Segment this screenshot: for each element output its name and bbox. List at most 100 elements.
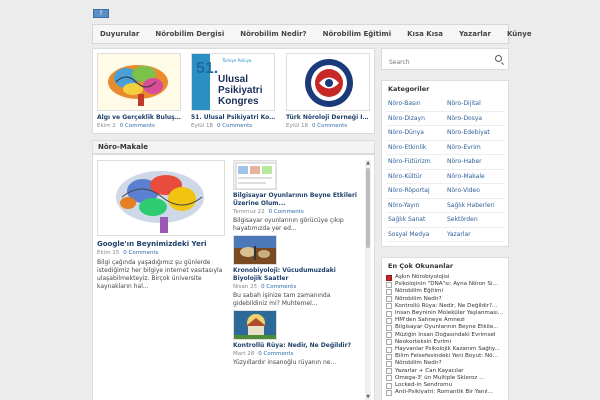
category-link[interactable]: Nöro-Dijital — [445, 97, 504, 112]
category-link[interactable]: Nöro-Basın — [386, 97, 445, 112]
most-read-item[interactable]: Bilgisayar Oyunlarının Beyne Etkile... — [386, 324, 504, 332]
category-link[interactable]: Nöro-Fütürizm — [386, 155, 445, 170]
most-read-item[interactable]: Kontrollü Rüya: Nedir, Ne Değildir?... — [386, 303, 504, 310]
most-read-item[interactable]: Anti-Psikiyatri: Romantik Bir Yanıl... — [386, 389, 504, 396]
post-thumb-icon — [386, 375, 392, 382]
featured-post[interactable]: Türkiye Psikiya 51. Ulusal Psikiyatri Kong… — [191, 53, 277, 129]
comments-link[interactable]: 0 Comments — [261, 284, 296, 290]
brain-image-icon[interactable] — [97, 53, 181, 111]
most-read-item[interactable]: Nörobilim Nedir? — [386, 360, 504, 368]
post-thumb-icon — [386, 289, 392, 295]
category-link[interactable]: Nöro-Etkinlik — [386, 141, 445, 155]
categories-list: Nöro-Basın Nöro-Dijital Nöro-Dizayn Nöro-Do… — [386, 97, 504, 242]
side-post[interactable]: Kronobiyoloji: Vücudumuzdaki Biyolojik S… — [233, 235, 363, 307]
most-read-text: Aşkın Nörobiyolojisi — [395, 274, 450, 280]
category-link[interactable]: Nöro-Edebiyat — [445, 126, 504, 141]
scrollbar[interactable]: ▲ ▼ — [365, 160, 371, 400]
banner-small-text: Türkiye Psikiya — [222, 58, 252, 63]
post-thumb-icon — [386, 274, 392, 281]
help-icon[interactable]: ? — [93, 9, 109, 18]
post-thumb-icon — [386, 310, 392, 317]
congress-banner-image[interactable]: Türkiye Psikiya 51. Ulusal Psikiyatri Kong… — [191, 53, 275, 111]
category-link[interactable]: Sektörden — [445, 213, 504, 228]
featured-title[interactable]: 51. Ulusal Psikiyatri Kon... — [191, 114, 277, 121]
side-post[interactable]: Kontrollü Rüya: Nedir, Ne Değildir? Mart… — [233, 310, 363, 367]
dream-house-icon[interactable] — [233, 310, 277, 340]
most-read-text: HM'den Sahneye Amnezi — [395, 317, 465, 324]
scroll-thumb[interactable] — [366, 168, 370, 248]
most-read-item[interactable]: Nörobilim Eğitimi — [386, 288, 504, 295]
featured-title[interactable]: Algı ve Gerçeklik Buluşma... — [97, 114, 183, 121]
featured-title[interactable]: Türk Nöroloji Derneği İyi... — [286, 114, 372, 121]
category-link[interactable]: Sağlık Sanat — [386, 213, 445, 228]
category-link[interactable]: Nöro-Makale — [445, 170, 504, 184]
nav-duyurular[interactable]: Duyurular — [93, 25, 147, 43]
comments-link[interactable]: 0 Comments — [269, 209, 304, 215]
most-read-text: Nörobilim Nedir? — [395, 360, 442, 367]
category-link[interactable]: Sağlık Haberleri — [445, 199, 504, 213]
scroll-up-icon[interactable]: ▲ — [365, 160, 371, 166]
nav-norobilim-nedir[interactable]: Nörobilim Nedir? — [232, 25, 314, 43]
comments-link[interactable]: 0 Comments — [120, 123, 155, 129]
post-thumb-icon — [386, 353, 392, 360]
big-post[interactable]: Google'ın Beynimizdeki Yeri Ekim 15 0 Com… — [97, 160, 227, 291]
comments-link[interactable]: 0 Comments — [312, 123, 347, 129]
nav-kunye[interactable]: Künye — [499, 25, 540, 43]
category-link[interactable]: Nöro-Kültür — [386, 170, 445, 184]
most-read-text: Nörobilim Nedir? — [395, 295, 442, 302]
category-link[interactable]: Yazarlar — [445, 228, 504, 242]
banner-text: Ulusal Psikiyatri Kongres — [218, 74, 263, 107]
category-link[interactable]: Nöro-Dizayn — [386, 112, 445, 126]
category-link[interactable]: Nöro-Video — [445, 184, 504, 199]
most-read-text: İnsan Beyninin Moleküler Yaşlanması... — [395, 310, 504, 317]
most-read-item[interactable]: Müziğin İnsan Doğasındaki Evrimsel — [386, 332, 504, 339]
most-read-item[interactable]: Yazarlar + Can Kayacılar — [386, 368, 504, 375]
most-read-item[interactable]: Hayvanlar Psikolojik Kazanım Sağlıy... — [386, 346, 504, 353]
most-read-item[interactable]: Bilim Felsefesindeki Yeni Boyut: Nö... — [386, 353, 504, 360]
most-read-text: Yazarlar + Can Kayacılar — [395, 367, 464, 374]
nav-norobilim-dergisi[interactable]: Nörobilim Dergisi — [147, 25, 232, 43]
category-link[interactable]: Nöro-Dosya — [445, 112, 504, 126]
category-link[interactable]: Nöro-Haber — [445, 155, 504, 170]
featured-post[interactable]: Türk Nöroloji Derneği İyi... Eylül 18 0 C… — [286, 53, 372, 129]
brain-image-icon[interactable] — [97, 160, 225, 236]
category-link[interactable]: Nöro-Röportaj — [386, 184, 445, 199]
search-input[interactable] — [382, 52, 482, 73]
most-read-item[interactable]: Psikolojinin "DNA"sı: Ayna Nöron Si... — [386, 281, 504, 288]
most-read-item[interactable]: İnsan Beyninin Moleküler Yaşlanması... — [386, 310, 504, 317]
most-read-item[interactable]: Locked-in Sendromu — [386, 382, 504, 389]
post-thumb-icon — [386, 361, 392, 368]
side-post[interactable]: Bilgisayar Oyunlarının Beyne Etkileri Üz… — [233, 160, 363, 232]
most-read-item[interactable]: Nörobilim Nedir? — [386, 296, 504, 303]
side-post-title[interactable]: Bilgisayar Oyunlarının Beyne Etkileri Üz… — [233, 192, 363, 208]
big-post-title[interactable]: Google'ın Beynimizdeki Yeri — [97, 240, 227, 248]
nav-norobilim-egitimi[interactable]: Nörobilim Eğitimi — [315, 25, 400, 43]
category-link[interactable]: Nöro-Yayın — [386, 199, 445, 213]
post-thumb-icon — [386, 332, 392, 339]
most-read-item[interactable]: Aşkın Nörobiyolojisi — [386, 274, 504, 281]
featured-post[interactable]: Algı ve Gerçeklik Buluşma... Ekim 20 Com… — [97, 53, 183, 129]
side-post-title[interactable]: Kronobiyoloji: Vücudumuzdaki Biyolojik S… — [233, 267, 363, 283]
neurology-logo-icon[interactable] — [286, 53, 370, 111]
comments-link[interactable]: 0 Comments — [258, 351, 293, 357]
side-post-excerpt: Yüzyıllardır insanoğlu rüyanın ne... — [233, 359, 337, 366]
top-bar: ? — [0, 0, 600, 24]
category-link[interactable]: Nöro-Evrim — [445, 141, 504, 155]
clock-painting-icon[interactable] — [233, 235, 277, 265]
comments-link[interactable]: 0 Comments — [123, 250, 158, 256]
nav-yazarlar[interactable]: Yazarlar — [451, 25, 499, 43]
comments-link[interactable]: 0 Comments — [217, 123, 252, 129]
search-icon[interactable] — [495, 55, 502, 62]
most-read-list: Aşkın Nörobiyolojisi Psikolojinin "DNA"sı… — [386, 274, 504, 396]
scroll-down-icon[interactable]: ▼ — [365, 394, 371, 400]
game-thumbnail-icon[interactable] — [233, 160, 277, 190]
nav-kisa-kisa[interactable]: Kısa Kısa — [399, 25, 451, 43]
side-post-title[interactable]: Kontrollü Rüya: Nedir, Ne Değildir? — [233, 342, 363, 350]
most-read-item[interactable]: Neokorteksin Evrimi — [386, 339, 504, 346]
category-link[interactable]: Sosyal Medya — [386, 228, 445, 242]
category-link[interactable]: Nöro-Dünya — [386, 126, 445, 141]
most-read-text: Bilgisayar Oyunlarının Beyne Etkile... — [395, 324, 499, 331]
sidebar: Kategoriler Nöro-BasınNöro-DijitalNöro-D… — [381, 48, 509, 400]
most-read-item[interactable]: HM'den Sahneye Amnezi — [386, 317, 504, 324]
most-read-item[interactable]: Omega-3' ün Multiple Skleroz ... — [386, 375, 504, 382]
